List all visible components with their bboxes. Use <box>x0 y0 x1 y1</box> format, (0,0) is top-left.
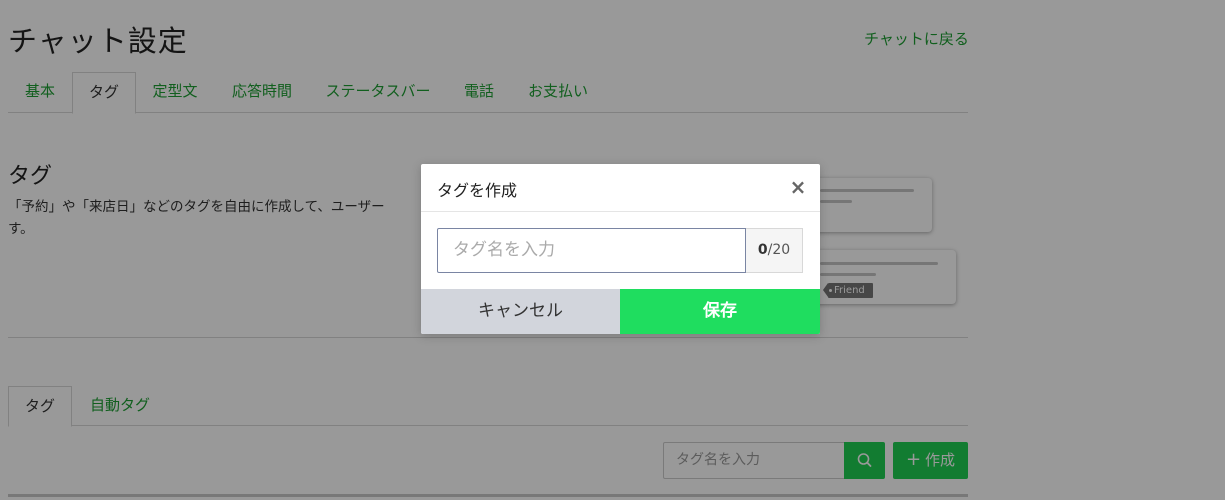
character-counter: 0/20 <box>746 228 803 273</box>
modal-header: タグを作成 × <box>421 164 820 212</box>
counter-max: /20 <box>767 242 791 258</box>
close-icon[interactable]: × <box>789 177 807 197</box>
save-button[interactable]: 保存 <box>620 289 820 334</box>
counter-current: 0 <box>757 242 768 258</box>
modal-title: タグを作成 <box>437 181 518 200</box>
create-tag-modal: タグを作成 × タグ名を入力 0/20 キャンセル 保存 <box>421 164 820 334</box>
tag-name-input[interactable]: タグ名を入力 <box>437 228 746 273</box>
cancel-button[interactable]: キャンセル <box>421 289 620 334</box>
